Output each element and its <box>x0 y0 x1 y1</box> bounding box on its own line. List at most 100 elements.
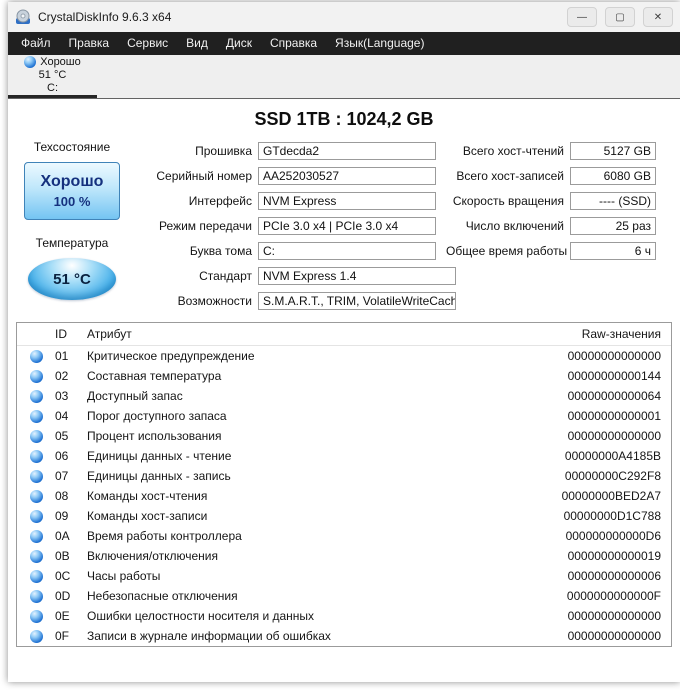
temperature-label: Температура <box>35 236 109 250</box>
attr-raw-value: 00000000C292F8 <box>564 469 661 483</box>
attr-id: 0A <box>55 529 70 543</box>
field-value: 5127 GB <box>570 141 656 160</box>
info-field-row: Стандарт NVM Express 1.4 <box>126 263 456 288</box>
attr-id: 09 <box>55 509 69 523</box>
status-indicator-icon <box>29 629 43 643</box>
table-row[interactable]: 0F Записи в журнале информации об ошибках… <box>17 626 671 646</box>
window-title: CrystalDiskInfo 9.6.3 x64 <box>38 10 172 24</box>
info-field-row: Число включений 25 раз <box>446 213 656 238</box>
table-row[interactable]: 0E Ошибки целостности носителя и данных 00… <box>17 606 671 626</box>
attr-name: Доступный запас <box>87 389 183 403</box>
disk-title: SSD 1TB : 1024,2 GB <box>254 109 434 129</box>
indicator-cell <box>17 509 55 523</box>
attr-raw-value: 000000000000D6 <box>565 529 661 543</box>
menu-item[interactable]: Правка <box>60 32 119 55</box>
header-raw-values: Raw-значения <box>581 327 661 341</box>
table-row[interactable]: 02 Составная температура 00000000000144 <box>17 366 671 386</box>
info-field-row: Возможности S.M.A.R.T., TRIM, VolatileWri… <box>126 288 456 313</box>
indicator-cell <box>17 429 55 443</box>
menu-item[interactable]: Справка <box>261 32 326 55</box>
info-area: Техсостояние Хорошо 100 % Температура 51… <box>8 138 680 316</box>
menu-item[interactable]: Диск <box>217 32 261 55</box>
indicator-cell <box>17 569 55 583</box>
health-status-text: Хорошо <box>40 173 104 190</box>
smart-table-header: ID Атрибут Raw-значения <box>17 323 671 346</box>
attr-id: 01 <box>55 349 69 363</box>
status-indicator-icon <box>29 609 43 623</box>
indicator-cell <box>17 409 55 423</box>
status-indicator-icon <box>29 549 43 563</box>
info-field-row: Буква тома C: <box>126 238 456 263</box>
status-indicator-icon <box>29 589 43 603</box>
info-field-row: Всего хост-записей 6080 GB <box>446 163 656 188</box>
attr-raw-value: 00000000000000 <box>567 629 661 643</box>
menu-item[interactable]: Вид <box>177 32 217 55</box>
status-indicator-icon <box>29 429 43 443</box>
attr-name: Критическое предупреждение <box>87 349 255 363</box>
attr-name: Команды хост-чтения <box>87 489 208 503</box>
table-row[interactable]: 0C Часы работы 00000000000006 <box>17 566 671 586</box>
drive-tab[interactable]: Хорошо 51 °C C: <box>8 55 97 98</box>
field-value: C: <box>258 241 436 260</box>
table-row[interactable]: 05 Процент использования 00000000000000 <box>17 426 671 446</box>
status-indicator-icon <box>29 409 43 423</box>
field-label: Число включений <box>465 218 564 233</box>
field-value: ---- (SSD) <box>570 191 656 210</box>
field-label: Прошивка <box>195 143 252 158</box>
minimize-button[interactable]: — <box>567 7 597 27</box>
table-row[interactable]: 0B Включения/отключения 00000000000019 <box>17 546 671 566</box>
table-row[interactable]: 09 Команды хост-записи 00000000D1C788 <box>17 506 671 526</box>
attr-raw-value: 0000000000000F <box>566 589 661 603</box>
status-indicator-icon <box>29 509 43 523</box>
attr-raw-value: 00000000000001 <box>567 409 661 423</box>
table-row[interactable]: 03 Доступный запас 00000000000064 <box>17 386 671 406</box>
field-label: Серийный номер <box>156 168 252 183</box>
attr-name: Единицы данных - чтение <box>87 449 232 463</box>
menu-item[interactable]: Файл <box>12 32 60 55</box>
attr-id: 08 <box>55 489 69 503</box>
field-value: GTdecda2 <box>258 141 436 160</box>
attr-name: Небезопасные отключения <box>87 589 238 603</box>
table-row[interactable]: 08 Команды хост-чтения 00000000BED2A7 <box>17 486 671 506</box>
table-row[interactable]: 0D Небезопасные отключения 0000000000000F <box>17 586 671 606</box>
table-row[interactable]: 04 Порог доступного запаса 00000000000001 <box>17 406 671 426</box>
maximize-button[interactable]: ▢ <box>605 7 635 27</box>
table-row[interactable]: 07 Единицы данных - запись 00000000C292F8 <box>17 466 671 486</box>
attr-raw-value: 00000000BED2A7 <box>561 489 661 503</box>
health-status-button[interactable]: Хорошо 100 % <box>24 162 120 220</box>
field-value: PCIe 3.0 x4 | PCIe 3.0 x4 <box>258 216 436 235</box>
field-label: Стандарт <box>199 268 252 283</box>
attr-raw-value: 00000000000006 <box>567 569 661 583</box>
attr-id: 0D <box>55 589 71 603</box>
close-button[interactable]: ✕ <box>643 7 673 27</box>
field-label: Всего хост-записей <box>456 168 564 183</box>
field-label: Всего хост-чтений <box>462 143 564 158</box>
tab-temperature-text: 51 °C <box>38 68 67 81</box>
indicator-cell <box>17 349 55 363</box>
caption-buttons: — ▢ ✕ <box>567 7 673 27</box>
info-field-row: Режим передачи PCIe 3.0 x4 | PCIe 3.0 x4 <box>126 213 456 238</box>
field-value: AA252030527 <box>258 166 436 185</box>
attr-raw-value: 00000000000064 <box>567 389 661 403</box>
info-field-row: Серийный номер AA252030527 <box>126 163 456 188</box>
field-value: NVM Express 1.4 <box>258 266 456 285</box>
table-row[interactable]: 0A Время работы контроллера 000000000000D6 <box>17 526 671 546</box>
health-status-icon <box>24 56 37 68</box>
attr-name: Команды хост-записи <box>87 509 208 523</box>
table-row[interactable]: 06 Единицы данных - чтение 00000000A4185B <box>17 446 671 466</box>
attr-raw-value: 00000000A4185B <box>564 449 661 463</box>
tab-status-text: Хорошо <box>40 55 81 68</box>
info-fields-middle: Прошивка GTdecda2 Серийный номер AA25203052… <box>126 138 456 313</box>
main-content: SSD 1TB : 1024,2 GB Техсостояние Хорошо … <box>8 99 680 682</box>
indicator-cell <box>17 489 55 503</box>
info-field-row: Скорость вращения ---- (SSD) <box>446 188 656 213</box>
field-value: S.M.A.R.T., TRIM, VolatileWriteCache <box>258 291 456 310</box>
indicator-cell <box>17 389 55 403</box>
menu-item[interactable]: Сервис <box>118 32 177 55</box>
table-row[interactable]: 01 Критическое предупреждение 000000000000… <box>17 346 671 366</box>
menu-item[interactable]: Язык(Language) <box>326 32 433 55</box>
attr-name: Процент использования <box>87 429 222 443</box>
attr-id: 02 <box>55 369 69 383</box>
status-indicator-icon <box>29 369 43 383</box>
indicator-cell <box>17 369 55 383</box>
